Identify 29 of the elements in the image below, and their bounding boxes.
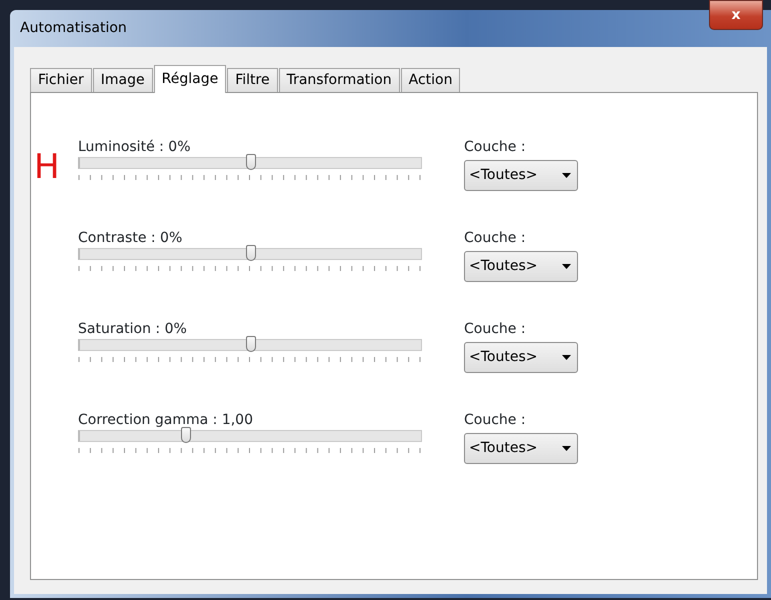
tab[interactable]: Filtre [227, 68, 278, 92]
close-button[interactable]: x [709, 0, 763, 30]
tab[interactable]: Fichier [30, 68, 92, 92]
caret-icon [562, 446, 571, 451]
slider-thumb[interactable] [246, 245, 256, 261]
annotation-letter: H [34, 150, 60, 184]
tab[interactable]: Image [92, 68, 153, 92]
window-title: Automatisation [20, 19, 127, 38]
slider-thumb[interactable] [246, 154, 256, 170]
tab[interactable]: Action [400, 68, 460, 92]
slider-thumb[interactable] [180, 427, 191, 443]
caret-icon [562, 264, 571, 269]
layer-label: Couche : [464, 138, 527, 156]
slider-label: Saturation : 0% [78, 320, 188, 338]
slider-label: Contraste : 0% [78, 229, 184, 247]
slider-label: Correction gamma : 1,00 [78, 411, 254, 429]
layer-dropdown[interactable]: <Toutes> [464, 251, 578, 282]
slider-thumb[interactable] [246, 336, 256, 352]
caret-icon [562, 355, 571, 360]
layer-dropdown[interactable]: <Toutes> [464, 160, 578, 191]
layer-label: Couche : [464, 229, 527, 247]
layer-label: Couche : [464, 411, 527, 429]
layer-dropdown[interactable]: <Toutes> [464, 433, 578, 464]
caret-icon [562, 173, 571, 178]
tab[interactable]: Réglage [154, 65, 226, 93]
layer-dropdown[interactable]: <Toutes> [464, 342, 578, 373]
tab[interactable]: Transformation [278, 68, 400, 92]
slider-label: Luminosité : 0% [78, 138, 192, 156]
layer-label: Couche : [464, 320, 527, 338]
